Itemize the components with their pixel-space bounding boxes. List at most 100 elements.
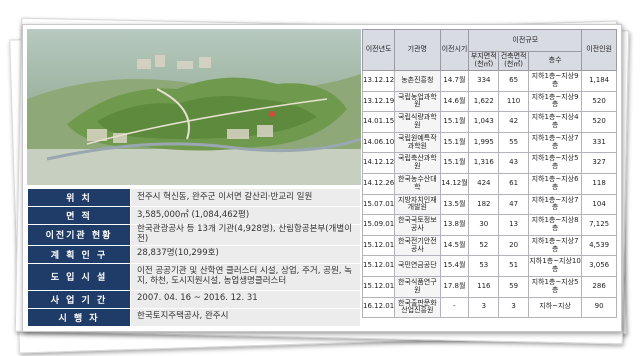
cell-land: 1,622 bbox=[468, 90, 500, 113]
cell-time: 14.12월 bbox=[439, 172, 470, 195]
cell-agency: 국립원예특작과학원 bbox=[394, 131, 441, 154]
cell-agency: 농촌진흥청 bbox=[394, 70, 441, 92]
cell-time: 15.1월 bbox=[439, 131, 470, 154]
table-row: 14.12.12 국립축산과학원 15.1월 1,316 43 지하1층~지상5… bbox=[361, 152, 617, 174]
table-row: 13.12.19 국립농업과학원 14.6월 1,622 110 지하1층~지상… bbox=[361, 90, 617, 113]
header-scale: 이전규모 bbox=[468, 29, 583, 52]
table-row: 15.12.01 국민연금공단 15.4월 53 51 지하1층~지상10층 3… bbox=[361, 255, 617, 277]
info-row: 시 행 자 한국토지주택공사, 완주시 bbox=[27, 307, 361, 327]
header-staff: 이전인원 bbox=[581, 29, 617, 71]
cell-building: 43 bbox=[498, 152, 529, 174]
cell-agency: 한국출판문화산업진흥원 bbox=[394, 296, 441, 319]
table-row: 15.12.01 한국식품연구원 17.8월 116 59 지하1층~지상5층 … bbox=[361, 275, 617, 298]
cell-time: 15.4월 bbox=[439, 255, 470, 277]
cell-floors: 지하1층~지상10층 bbox=[527, 255, 583, 277]
info-row: 이전기관 현황 한국관광공사 등 13개 기관(4,928명), 산림항공본부(… bbox=[27, 224, 361, 246]
cell-year: 15.09.01 bbox=[361, 214, 396, 236]
info-value: 전주시 혁신동, 완주군 이서면 갈산리·반교리 일원 bbox=[130, 188, 361, 207]
info-value: 2007. 04. 16 ~ 2016. 12. 31 bbox=[130, 289, 361, 309]
cell-agency: 국립축산과학원 bbox=[394, 152, 441, 174]
cell-building: 65 bbox=[498, 70, 529, 92]
cell-year: 14.06.10 bbox=[361, 131, 396, 154]
cell-floors: 지하1층~지상7층 bbox=[527, 193, 583, 216]
info-row: 위 치 전주시 혁신동, 완주군 이서면 갈산리·반교리 일원 bbox=[27, 188, 361, 207]
cell-time: 13.5월 bbox=[439, 193, 470, 216]
cell-staff: 7,125 bbox=[581, 214, 617, 236]
cell-time: 14.6월 bbox=[439, 90, 470, 113]
cell-year: 15.12.01 bbox=[361, 275, 396, 298]
cell-time: 14.5월 bbox=[439, 234, 470, 257]
cell-floors: 지하~지상 bbox=[527, 296, 583, 319]
cell-year: 15.07.01 bbox=[361, 193, 396, 216]
cell-building: 13 bbox=[498, 214, 529, 236]
cell-agency: 국민연금공단 bbox=[394, 255, 441, 277]
aerial-site-rendering bbox=[27, 29, 361, 185]
cell-time: 14.7월 bbox=[439, 70, 470, 92]
cell-staff: 327 bbox=[581, 152, 617, 174]
info-row: 면 적 3,585,000㎡ (1,084,462평) bbox=[27, 206, 361, 225]
cell-building: 55 bbox=[498, 131, 529, 154]
cell-floors: 지하1층~지상9층 bbox=[527, 70, 583, 92]
cell-floors: 지하1층~지상5층 bbox=[527, 275, 583, 298]
table-row: 15.07.01 지방자치인재개발원 13.5월 182 47 지하1층~지상7… bbox=[361, 193, 617, 216]
project-info-table: 위 치 전주시 혁신동, 완주군 이서면 갈산리·반교리 일원 면 적 3,58… bbox=[27, 188, 361, 327]
cell-staff: 118 bbox=[581, 172, 617, 195]
cell-agency: 한국전기안전공사 bbox=[394, 234, 441, 257]
cell-floors: 지하1층~지상4층 bbox=[527, 111, 583, 133]
cell-agency: 국립농업과학원 bbox=[394, 90, 441, 113]
header-floors: 층수 bbox=[527, 51, 583, 71]
table-row: 15.12.01 한국전기안전공사 14.5월 52 20 지하1층~지상7층 … bbox=[361, 234, 617, 257]
cell-time: 13.8월 bbox=[439, 214, 470, 236]
cell-staff: 104 bbox=[581, 193, 617, 216]
cell-agency: 한국식품연구원 bbox=[394, 275, 441, 298]
cell-staff: 520 bbox=[581, 90, 617, 113]
cell-land: 334 bbox=[468, 70, 500, 92]
info-row: 계 획 인 구 28,837명(10,299호) bbox=[27, 244, 361, 264]
info-value: 이전 공공기관 및 산학연 클러스터 시설, 상업, 주거, 공원, 녹지, 하… bbox=[130, 262, 361, 291]
cell-building: 42 bbox=[498, 111, 529, 133]
info-label: 시 행 자 bbox=[27, 307, 131, 327]
header-building-area: 건축면적 (천㎡) bbox=[498, 51, 529, 71]
info-row: 도 입 시 설 이전 공공기관 및 산학연 클러스터 시설, 상업, 주거, 공… bbox=[27, 262, 361, 291]
header-time: 이전시기 bbox=[439, 29, 470, 71]
cell-staff: 90 bbox=[581, 296, 617, 319]
header-year: 이전년도 bbox=[361, 29, 396, 71]
cell-year: 15.12.01 bbox=[361, 255, 396, 277]
table-row: 14.01.15 국립식량과학원 15.1월 1,043 42 지하1층~지상4… bbox=[361, 111, 617, 133]
relocation-schedule-table: 이전년도 기관명 이전시기 이전규모 이전인원 부지면적 (천㎡) 건축면적 (… bbox=[361, 29, 617, 319]
cell-land: 182 bbox=[468, 193, 500, 216]
info-value: 3,585,000㎡ (1,084,462평) bbox=[130, 206, 361, 225]
info-label: 면 적 bbox=[27, 206, 131, 225]
info-label: 계 획 인 구 bbox=[27, 244, 131, 264]
cell-agency: 국립식량과학원 bbox=[394, 111, 441, 133]
cell-staff: 286 bbox=[581, 275, 617, 298]
cell-land: 1,316 bbox=[468, 152, 500, 174]
cell-time: 17.8월 bbox=[439, 275, 470, 298]
cell-year: 16.12.01 bbox=[361, 296, 396, 319]
cell-staff: 1,184 bbox=[581, 70, 617, 92]
cell-agency: 지방자치인재개발원 bbox=[394, 193, 441, 216]
cell-land: 424 bbox=[468, 172, 500, 195]
cell-agency: 한국국토정보공사 bbox=[394, 214, 441, 236]
cell-building: 110 bbox=[498, 90, 529, 113]
cell-time: 15.1월 bbox=[439, 152, 470, 174]
table-row: 16.12.01 한국출판문화산업진흥원 - 3 3 지하~지상 90 bbox=[361, 296, 617, 319]
table-row: 13.12.12 농촌진흥청 14.7월 334 65 지하1층~지상9층 1,… bbox=[361, 70, 617, 92]
info-card: 위 치 전주시 혁신동, 완주군 이서면 갈산리·반교리 일원 면 적 3,58… bbox=[22, 24, 622, 332]
cell-land: 3 bbox=[468, 296, 500, 319]
cell-year: 14.01.15 bbox=[361, 111, 396, 133]
cell-land: 52 bbox=[468, 234, 500, 257]
info-row: 사 업 기 간 2007. 04. 16 ~ 2016. 12. 31 bbox=[27, 289, 361, 309]
table-row: 15.09.01 한국국토정보공사 13.8월 30 13 지하1층~지상8층 … bbox=[361, 214, 617, 236]
cell-year: 13.12.19 bbox=[361, 90, 396, 113]
cell-land: 116 bbox=[468, 275, 500, 298]
info-value: 한국관광공사 등 13개 기관(4,928명), 산림항공본부(개별이전) bbox=[130, 224, 361, 246]
cell-land: 1,995 bbox=[468, 131, 500, 154]
table-row: 14.12.26 한국농수산대학 14.12월 424 61 지하1층~지상6층… bbox=[361, 172, 617, 195]
info-label: 사 업 기 간 bbox=[27, 289, 131, 309]
info-label: 위 치 bbox=[27, 188, 131, 207]
cell-building: 51 bbox=[498, 255, 529, 277]
cell-floors: 지하1층~지상8층 bbox=[527, 214, 583, 236]
header-agency: 기관명 bbox=[394, 29, 441, 71]
table-row: 14.06.10 국립원예특작과학원 15.1월 1,995 55 지하1층~지… bbox=[361, 131, 617, 154]
